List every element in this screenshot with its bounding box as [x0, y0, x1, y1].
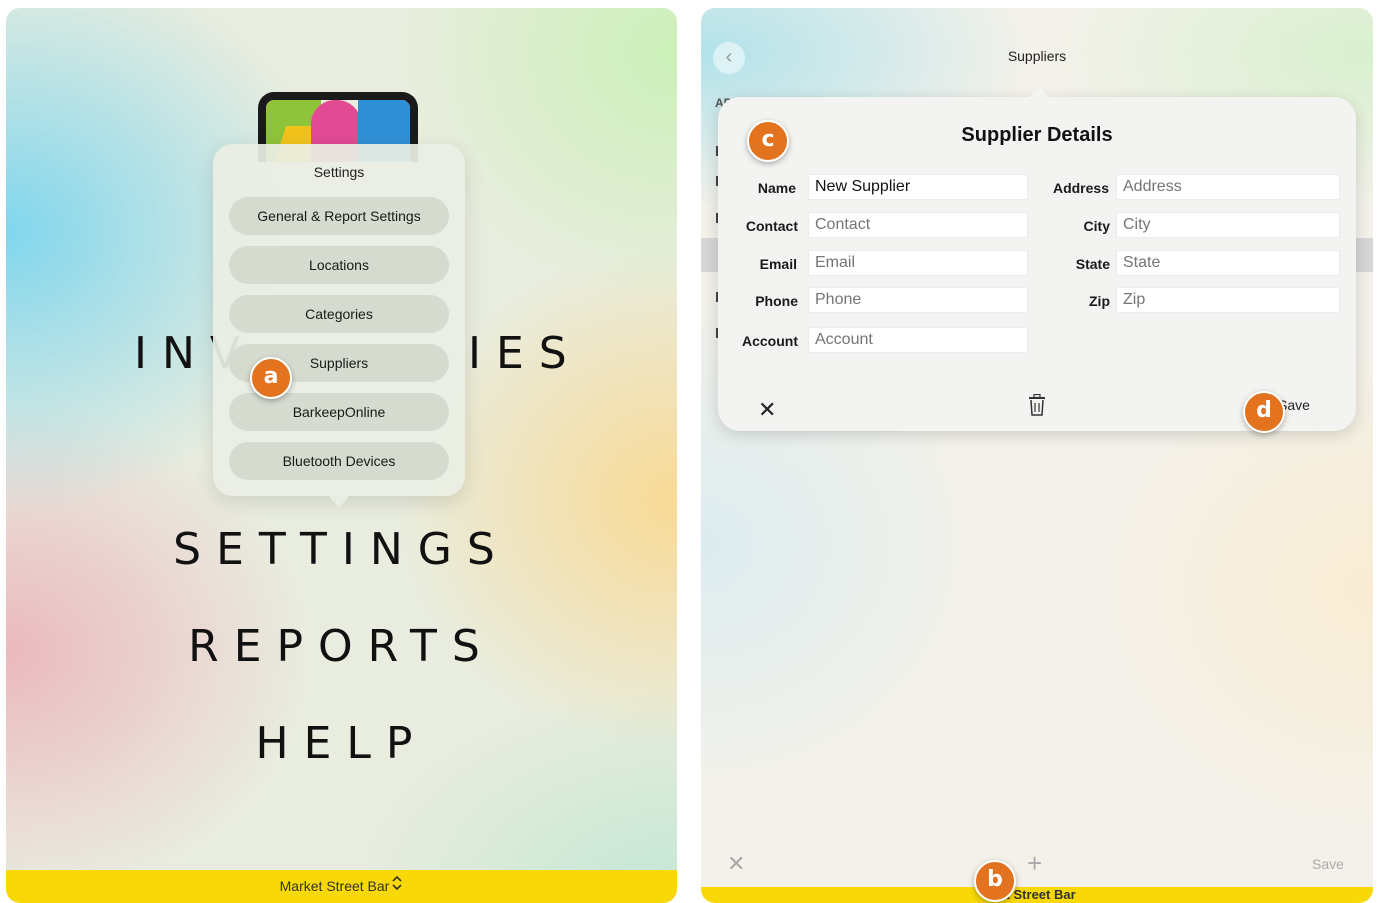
phone-label: Phone — [755, 293, 798, 309]
city-field[interactable] — [1116, 212, 1340, 238]
settings-popover: Settings General & Report Settings Locat… — [213, 144, 465, 496]
callout-marker-d: d — [1243, 391, 1285, 433]
account-field[interactable] — [808, 327, 1028, 353]
menu-word-settings[interactable]: SETTINGS — [6, 524, 677, 575]
popover-item-locations[interactable]: Locations — [229, 246, 449, 284]
popover-item-barkeeponline[interactable]: BarkeepOnline — [229, 393, 449, 431]
toolbar-close-icon[interactable]: ✕ — [727, 851, 745, 877]
state-label: State — [1075, 256, 1110, 272]
state-field[interactable] — [1116, 250, 1340, 276]
phone-field[interactable] — [808, 287, 1028, 313]
name-field[interactable] — [808, 174, 1028, 200]
account-label: Account — [742, 333, 798, 349]
address-label: Address — [1052, 180, 1109, 196]
trash-icon[interactable] — [1028, 393, 1046, 416]
location-name: Market Street Bar — [279, 878, 390, 894]
menu-word-inventories-right[interactable]: IES — [468, 328, 582, 379]
contact-label: Contact — [745, 218, 798, 234]
email-field[interactable] — [808, 250, 1028, 276]
add-supplier-icon[interactable]: + — [1027, 848, 1042, 879]
email-label: Email — [759, 256, 797, 272]
menu-word-help[interactable]: HELP — [6, 718, 677, 769]
location-bar[interactable]: et Street Bar — [701, 887, 1373, 903]
toolbar-save-button[interactable]: Save — [1312, 856, 1344, 872]
close-icon[interactable]: ✕ — [758, 397, 776, 423]
supplier-details-title: Supplier Details — [961, 124, 1113, 146]
callout-marker-c: c — [747, 120, 789, 162]
contact-field[interactable] — [808, 212, 1028, 238]
suppliers-screen: ‹ Suppliers AP Supplier Details Name Con… — [701, 8, 1373, 903]
location-bar[interactable]: Market Street Bar — [6, 870, 677, 903]
popover-item-general-report-settings[interactable]: General & Report Settings — [229, 197, 449, 235]
name-label: Name — [757, 180, 796, 196]
zip-field[interactable] — [1116, 287, 1340, 313]
callout-marker-b: b — [974, 860, 1016, 902]
popover-item-categories[interactable]: Categories — [229, 295, 449, 333]
popover-item-bluetooth-devices[interactable]: Bluetooth Devices — [229, 442, 449, 480]
city-label: City — [1083, 218, 1110, 234]
chevron-updown-icon — [391, 870, 403, 903]
popover-title: Settings — [313, 164, 365, 180]
settings-menu-screen: INV IES SETTINGS REPORTS HELP Settings G… — [6, 8, 677, 903]
callout-marker-a: a — [250, 357, 292, 399]
supplier-details-card: Supplier Details Name Contact Email Phon… — [718, 97, 1356, 431]
address-field[interactable] — [1116, 174, 1340, 200]
menu-word-reports[interactable]: REPORTS — [6, 621, 677, 672]
nav-title: Suppliers — [1007, 48, 1067, 64]
zip-label: Zip — [1089, 293, 1110, 309]
